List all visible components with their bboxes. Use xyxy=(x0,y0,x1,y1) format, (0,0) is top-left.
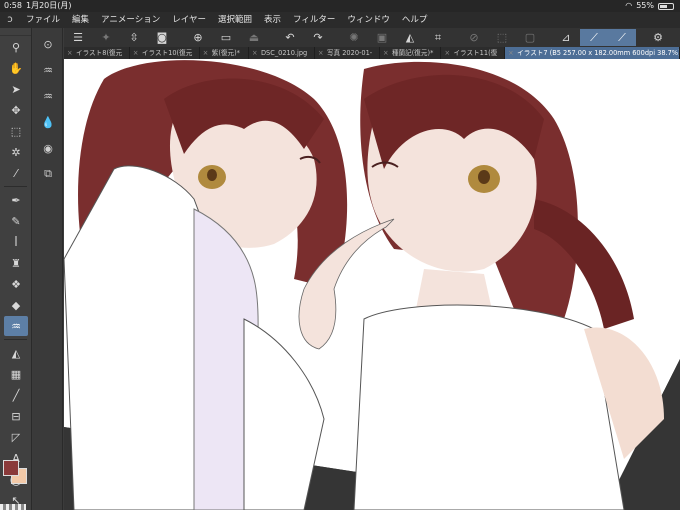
command-bar: ☰ ✦ ⇳ ◙ ⊕ ▭ ⏏ ↶ ↷ ✺ ▣ ◭ ⌗ ⊘ ⬚ ▢ ⊿ ⟋ ⟋ ⚙ xyxy=(64,28,680,47)
tab-document[interactable]: × 紫(復元)* xyxy=(200,47,249,59)
brush-tool-icon[interactable]: ꟾ xyxy=(4,232,28,252)
undo-icon[interactable]: ↶ xyxy=(276,29,304,46)
transform-icon[interactable]: ⌗ xyxy=(424,29,452,46)
gradient-tool-icon[interactable]: ▦ xyxy=(4,364,28,384)
blend-subtool-copy-icon[interactable]: ◉ xyxy=(37,138,59,158)
deselect-icon[interactable]: ⊘ xyxy=(460,29,488,46)
hand-tool-icon[interactable]: ✋ xyxy=(4,58,28,78)
fill-tool-icon[interactable]: ◭ xyxy=(4,343,28,363)
menu-help[interactable]: ヘルプ xyxy=(396,12,434,28)
close-icon[interactable]: × xyxy=(508,47,514,59)
open-file-icon[interactable]: ▭ xyxy=(212,29,240,46)
menu-bar: ↄ ファイル 編集 アニメーション レイヤー 選択範囲 表示 フィルター ウィン… xyxy=(0,12,680,28)
eraser-tool-icon[interactable]: ◆ xyxy=(4,295,28,315)
save-icon[interactable]: ⏏ xyxy=(240,29,268,46)
tool-panel: ⚲ ✋ ➤ ✥ ⬚ ✲ ⁄ ✒ ✎ ꟾ ♜ ❖ ◆ ♒ ◭ ▦ ╱ ⊟ ◸ A … xyxy=(0,28,32,510)
blend-subtool-blur-icon[interactable]: ♒ xyxy=(37,60,59,80)
battery-percent: 55% xyxy=(636,1,654,10)
up-down-icon[interactable]: ⇳ xyxy=(120,29,148,46)
tab-document[interactable]: × 種蘭記(復元)* xyxy=(380,47,442,59)
status-right: ◠ 55% xyxy=(625,0,674,12)
redo-icon[interactable]: ↷ xyxy=(304,29,332,46)
crop-icon[interactable]: ▢ xyxy=(516,29,544,46)
close-icon[interactable]: × xyxy=(252,47,258,59)
color-swatches[interactable] xyxy=(3,460,29,490)
menu-animation[interactable]: アニメーション xyxy=(95,12,166,28)
status-date: 1月20日(月) xyxy=(26,1,72,10)
tab-document[interactable]: × DSC_0210.jpg xyxy=(249,47,315,59)
pencil-tool-icon[interactable]: ✎ xyxy=(4,211,28,231)
tab-document[interactable]: × イラスト10(復元 xyxy=(130,47,200,59)
figure-tool-icon[interactable]: ╱ xyxy=(4,385,28,405)
panel-grip[interactable] xyxy=(0,28,31,36)
close-icon[interactable]: × xyxy=(133,47,139,59)
menu-icon[interactable]: ☰ xyxy=(64,29,92,46)
tab-document-active[interactable]: × イラスト7 (B5 257.00 x 182.00mm 600dpi 38.7… xyxy=(505,47,680,59)
close-icon[interactable]: × xyxy=(444,47,450,59)
selection-tool-icon[interactable]: ⬚ xyxy=(4,121,28,141)
right-girl-blouse xyxy=(353,304,625,510)
pen-tool-icon[interactable]: ✒ xyxy=(4,190,28,210)
sub-tool-panel: ⊙ ♒ ♒ 💧 ◉ ⧉ xyxy=(33,28,63,510)
blend-subtool-finger-icon[interactable]: 💧 xyxy=(37,112,59,132)
menu-filter[interactable]: フィルター xyxy=(287,12,341,28)
menu-file[interactable]: ファイル xyxy=(20,12,66,28)
spinner-icon[interactable]: ✺ xyxy=(340,29,368,46)
menu-view[interactable]: 表示 xyxy=(258,12,287,28)
new-file-icon[interactable]: ⊕ xyxy=(184,29,212,46)
document-tabs: × イラスト8(復元 × イラスト10(復元 × 紫(復元)* × DSC_0210.j… xyxy=(64,47,680,59)
close-icon[interactable]: × xyxy=(203,47,209,59)
airbrush-tool-icon[interactable]: ♜ xyxy=(4,253,28,273)
snap-special-ruler-icon[interactable]: ⟋ xyxy=(580,29,608,46)
blend-subtool-texture-icon[interactable]: ⧉ xyxy=(37,164,59,184)
battery-icon xyxy=(658,2,674,10)
wand-icon[interactable]: ✦ xyxy=(92,29,120,46)
move-tool-icon[interactable]: ✥ xyxy=(4,100,28,120)
magic-wand-tool-icon[interactable]: ✲ xyxy=(4,142,28,162)
tool-divider xyxy=(4,339,27,340)
close-icon[interactable]: × xyxy=(318,47,324,59)
frame-border-tool-icon[interactable]: ⊟ xyxy=(4,406,28,426)
transparent-color-swatch[interactable] xyxy=(0,504,26,510)
close-icon[interactable]: × xyxy=(67,47,73,59)
status-time: 0:58 xyxy=(4,1,22,10)
tab-document[interactable]: × 写真 2020-01- xyxy=(315,47,380,59)
fill-bucket-icon[interactable]: ◭ xyxy=(396,29,424,46)
eyedropper-tool-icon[interactable]: ⁄ xyxy=(4,163,28,183)
tab-document[interactable]: × イラスト8(復元 xyxy=(64,47,130,59)
tool-divider xyxy=(4,186,27,187)
tab-document[interactable]: × イラスト11(復 xyxy=(441,47,506,59)
settings-icon[interactable]: ⚙ xyxy=(644,29,672,46)
ios-status-bar: 0:58 1月20日(月) ◠ 55% xyxy=(0,0,680,12)
canvas-area[interactable] xyxy=(64,59,680,510)
app-logo-icon[interactable]: ↄ xyxy=(0,12,20,28)
menu-selection[interactable]: 選択範囲 xyxy=(212,12,258,28)
main-color-swatch[interactable] xyxy=(3,460,19,476)
menu-edit[interactable]: 編集 xyxy=(66,12,95,28)
app-window: 0:58 1月20日(月) ◠ 55% ↄ ファイル 編集 アニメーション レイ… xyxy=(0,0,680,510)
blend-subtool-blend-icon[interactable]: ♒ xyxy=(37,86,59,106)
battery-fill xyxy=(660,4,667,8)
snap-grid-icon[interactable]: ⟋ xyxy=(608,29,636,46)
camera-icon[interactable]: ◙ xyxy=(148,29,176,46)
zoom-tool-icon[interactable]: ⚲ xyxy=(4,37,28,57)
wifi-icon: ◠ xyxy=(625,1,633,10)
operation-tool-icon[interactable]: ➤ xyxy=(4,79,28,99)
snap-ruler-icon[interactable]: ⊿ xyxy=(552,29,580,46)
invert-selection-icon[interactable]: ⬚ xyxy=(488,29,516,46)
blend-tool-icon[interactable]: ♒ xyxy=(4,316,28,336)
menu-layer[interactable]: レイヤー xyxy=(166,12,212,28)
decoration-tool-icon[interactable]: ❖ xyxy=(4,274,28,294)
canvas-illustration[interactable] xyxy=(64,59,680,510)
clear-selection-icon[interactable]: ▣ xyxy=(368,29,396,46)
search-icon[interactable]: ⊙ xyxy=(37,34,59,54)
close-icon[interactable]: × xyxy=(383,47,389,59)
menu-window[interactable]: ウィンドウ xyxy=(341,12,396,28)
ruler-tool-icon[interactable]: ◸ xyxy=(4,427,28,447)
